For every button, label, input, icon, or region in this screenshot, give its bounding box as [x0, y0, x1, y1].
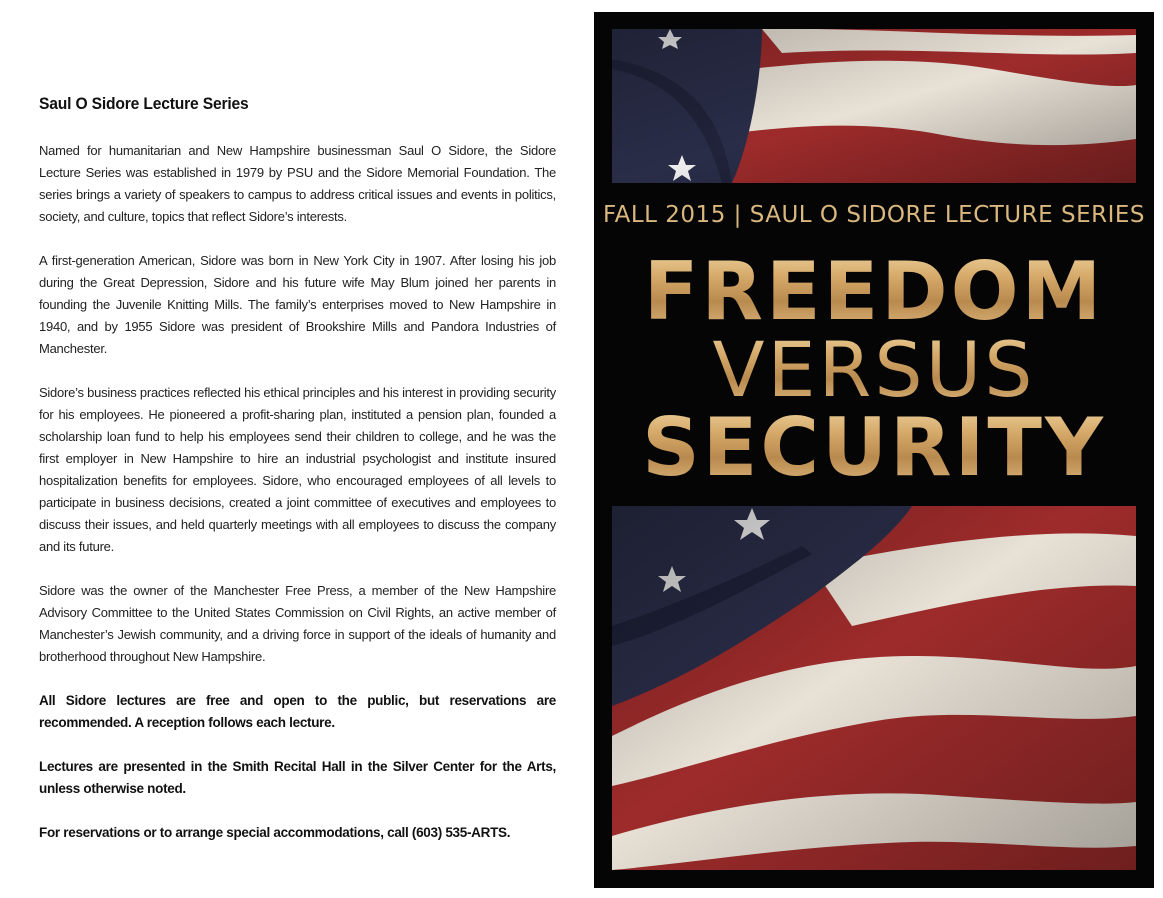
intro-paragraph: Named for humanitarian and New Hampshire…	[39, 143, 556, 224]
venue-note: Lectures are presented in the Smith Reci…	[39, 759, 556, 796]
community-paragraph: Sidore was the owner of the Manchester F…	[39, 583, 556, 664]
cover-panel: FALL 2015 | SAUL O SIDORE LECTURE SERIES…	[594, 12, 1154, 888]
biography-paragraph: A first-generation American, Sidore was …	[39, 253, 556, 356]
admission-note: All Sidore lectures are free and open to…	[39, 693, 556, 730]
flag-image-top	[612, 29, 1136, 183]
cover-series-line: FALL 2015 | SAUL O SIDORE LECTURE SERIES	[603, 202, 1145, 228]
page-title: Saul O Sidore Lecture Series	[39, 94, 249, 113]
flag-image-bottom	[612, 506, 1136, 870]
cover-title-security: SECURITY	[594, 400, 1154, 496]
business-practices-paragraph: Sidore’s business practices reflected hi…	[39, 385, 556, 554]
lecture-series-text: Saul O Sidore Lecture Series Named for h…	[39, 94, 556, 866]
reservations-note: For reservations or to arrange special a…	[39, 825, 511, 840]
